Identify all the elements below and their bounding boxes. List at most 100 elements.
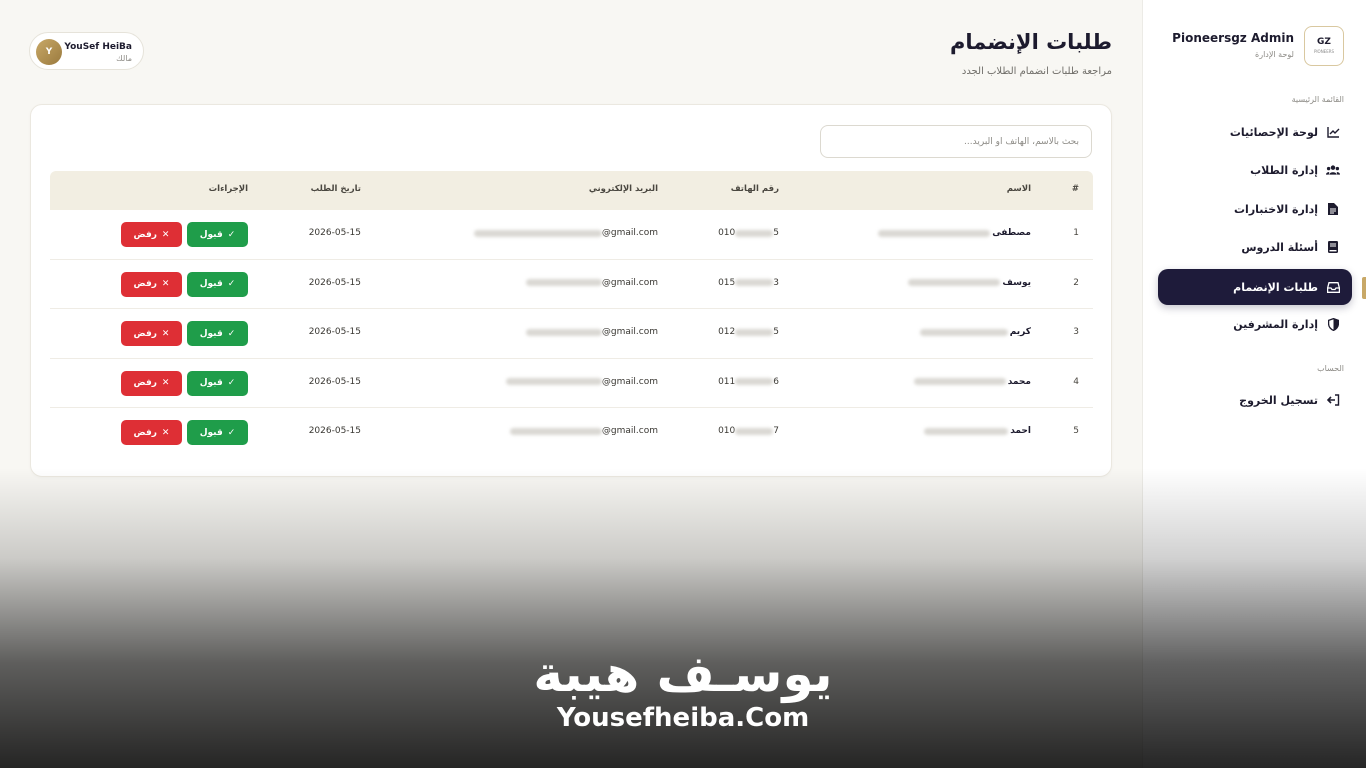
- sidebar-item-label: إدارة الاختبارات: [1234, 202, 1318, 216]
- header-email: البريد الإلكتروني: [588, 184, 658, 194]
- sidebar-item-label: طلبات الإنضمام: [1233, 280, 1318, 294]
- phone-suffix: 5: [773, 327, 779, 338]
- request-date: 2026-05-15: [308, 277, 361, 288]
- phone-suffix: 5: [773, 228, 779, 238]
- accept-button[interactable]: ✓ قبول: [187, 321, 248, 347]
- phone-suffix: 7: [773, 426, 779, 437]
- search-input[interactable]: [820, 125, 1092, 158]
- accept-label: قبول: [199, 378, 223, 389]
- email-domain: @gmail.com: [601, 376, 658, 387]
- student-name: محمد: [913, 376, 1031, 387]
- join-requests-card: # الاسم رقم الهاتف البريد الإلكتروني تار…: [30, 104, 1112, 477]
- table-row: 5 احمد 010 7 @gmail.com 2026-05-15 ✓ قبول …: [50, 408, 1093, 458]
- file-icon: [1326, 202, 1340, 216]
- sidebar-item-exams[interactable]: إدارة الاختبارات: [1158, 191, 1352, 227]
- shield-icon: [1326, 317, 1340, 331]
- avatar: Y: [36, 39, 62, 65]
- user-profile-chip[interactable]: Y YouSef HeiBa مالك: [29, 32, 144, 70]
- request-date: 2026-05-15: [308, 426, 361, 437]
- logout-icon: [1326, 393, 1340, 407]
- reject-button[interactable]: ✕ رفض: [121, 370, 182, 396]
- sidebar-item-supervisors[interactable]: إدارة المشرفين: [1158, 306, 1352, 342]
- table-row: 2 يوسف 015 3 @gmail.com 2026-05-15 ✓ قبول …: [50, 260, 1093, 310]
- redacted-name: [908, 279, 1001, 287]
- close-icon: ✕: [161, 427, 170, 438]
- email-domain: @gmail.com: [601, 228, 658, 238]
- phone-prefix: 010: [718, 228, 736, 238]
- accept-button[interactable]: ✓ قبول: [187, 420, 248, 446]
- brand: GZ PIONEERS Pioneersgz Admin لوحة الإدار…: [1154, 26, 1344, 66]
- phone-suffix: 6: [773, 376, 779, 387]
- request-date: 2026-05-15: [308, 327, 361, 338]
- reject-label: رفض: [133, 229, 157, 240]
- student-name: كريم: [919, 327, 1031, 338]
- reject-button[interactable]: ✕ رفض: [121, 420, 182, 446]
- student-phone: 012 5: [718, 327, 779, 337]
- row-index: 2: [1073, 277, 1079, 288]
- join-requests-table: # الاسم رقم الهاتف البريد الإلكتروني تار…: [50, 171, 1093, 458]
- row-actions: ✓ قبول ✕ رفض: [121, 321, 248, 347]
- student-first-name: كريم: [1009, 327, 1031, 338]
- row-index: 4: [1073, 376, 1079, 387]
- phone-suffix: 3: [773, 277, 779, 288]
- student-email: @gmail.com: [473, 228, 658, 238]
- header-phone: رقم الهاتف: [730, 184, 779, 194]
- student-email: @gmail.com: [505, 376, 658, 387]
- check-icon: ✓: [227, 279, 236, 290]
- redacted-phone: [735, 279, 774, 287]
- redacted-email: [525, 328, 602, 336]
- redacted-phone: [735, 378, 774, 386]
- reject-button[interactable]: ✕ رفض: [121, 222, 182, 247]
- phone-prefix: 015: [718, 277, 736, 288]
- brand-logo: GZ PIONEERS: [1304, 26, 1344, 66]
- sidebar-item-join-requests[interactable]: طلبات الإنضمام: [1158, 269, 1352, 305]
- logout-button[interactable]: تسجيل الخروج: [1158, 382, 1352, 418]
- redacted-name: [919, 328, 1008, 336]
- student-name: احمد: [924, 426, 1031, 436]
- sidebar-item-students[interactable]: إدارة الطلاب: [1158, 152, 1352, 188]
- reject-button[interactable]: ✕ رفض: [121, 321, 182, 347]
- row-actions: ✓ قبول ✕ رفض: [121, 222, 248, 247]
- inbox-icon: [1326, 280, 1340, 294]
- sidebar-item-dashboard[interactable]: لوحة الإحصائيات: [1158, 114, 1352, 150]
- row-index: 5: [1073, 426, 1079, 437]
- brand-subtitle: لوحة الإدارة: [1255, 50, 1294, 59]
- student-email: @gmail.com: [525, 327, 658, 337]
- redacted-email: [473, 229, 602, 237]
- accept-label: قبول: [199, 279, 223, 290]
- student-first-name: مصطفى: [992, 228, 1031, 238]
- close-icon: ✕: [161, 279, 170, 290]
- logo-subtext: PIONEERS: [1313, 49, 1335, 54]
- reject-label: رفض: [133, 427, 157, 438]
- check-icon: ✓: [227, 328, 236, 339]
- close-icon: ✕: [161, 328, 170, 339]
- sidebar-item-lesson-questions[interactable]: أسئلة الدروس: [1158, 229, 1352, 265]
- phone-prefix: 012: [718, 327, 736, 338]
- table-row: 1 مصطفى 010 5 @gmail.com 2026-05-15 ✓ قبول…: [50, 210, 1093, 260]
- watermark-english: Yousefheiba.Com: [556, 703, 810, 733]
- page-subtitle: مراجعة طلبات انضمام الطلاب الجدد: [961, 66, 1112, 77]
- close-icon: ✕: [161, 378, 170, 389]
- sidebar-item-label: لوحة الإحصائيات: [1229, 125, 1318, 139]
- phone-prefix: 010: [718, 426, 736, 437]
- student-email: @gmail.com: [525, 278, 658, 288]
- page-title: طلبات الإنضمام: [950, 30, 1112, 54]
- check-icon: ✓: [227, 229, 236, 240]
- accept-button[interactable]: ✓ قبول: [187, 222, 248, 247]
- student-phone: 011 6: [718, 377, 779, 387]
- accept-button[interactable]: ✓ قبول: [187, 271, 248, 297]
- users-icon: [1326, 163, 1340, 177]
- accept-button[interactable]: ✓ قبول: [187, 370, 248, 396]
- student-phone: 015 3: [718, 278, 779, 288]
- student-first-name: احمد: [1010, 426, 1031, 437]
- sidebar-item-label: أسئلة الدروس: [1241, 240, 1318, 254]
- close-icon: ✕: [161, 229, 170, 240]
- reject-button[interactable]: ✕ رفض: [121, 271, 182, 297]
- student-name: مصطفى: [878, 228, 1031, 238]
- chart-line-icon: [1326, 125, 1340, 139]
- row-actions: ✓ قبول ✕ رفض: [121, 370, 248, 396]
- main-menu-label: القائمة الرئيسية: [1291, 95, 1344, 104]
- student-first-name: محمد: [1007, 376, 1031, 387]
- accept-label: قبول: [199, 328, 223, 339]
- reject-label: رفض: [133, 378, 157, 389]
